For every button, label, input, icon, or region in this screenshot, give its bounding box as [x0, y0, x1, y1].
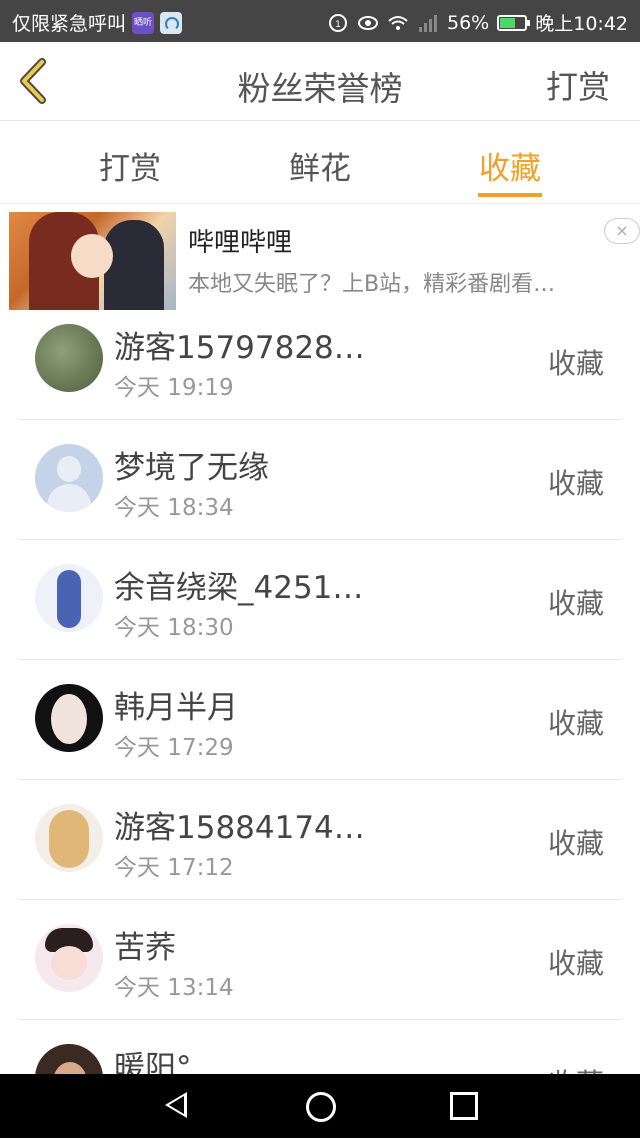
list-item[interactable]: 余音绕梁_4251… 今天 18:30 收藏 — [18, 540, 622, 660]
nav-recents-icon[interactable] — [450, 1092, 478, 1120]
eye-icon — [358, 15, 378, 30]
avatar — [35, 564, 103, 632]
fan-name: 韩月半月 — [114, 690, 238, 726]
avatar — [35, 444, 103, 512]
battery-icon — [497, 14, 531, 31]
fan-time: 今天 18:34 — [114, 495, 234, 521]
action-label: 收藏 — [547, 347, 604, 380]
status-bar: 仅限紧急呼叫 晒听 1 56% 晚上10:42 — [0, 0, 640, 42]
battery-percent: 56% — [447, 11, 490, 34]
signal-icon — [419, 14, 437, 32]
sync-icon: 1 — [329, 13, 347, 32]
title-bar: 粉丝荣誉榜 打赏 — [0, 42, 640, 121]
fan-time: 今天 19:19 — [114, 375, 234, 401]
fan-time: 今天 18:30 — [114, 615, 234, 641]
app-notification-icon: 晒听 — [132, 11, 155, 34]
list-item[interactable]: 梦境了无缘 今天 18:34 收藏 — [18, 420, 622, 540]
list-item[interactable]: 苦荞 今天 13:14 收藏 — [18, 900, 622, 1020]
nav-home-icon[interactable] — [306, 1092, 336, 1122]
tab-favorites[interactable]: 收藏 — [450, 143, 570, 188]
ad-title: 哔哩哔哩 — [188, 228, 293, 258]
fan-time: 今天 13:14 — [114, 975, 234, 1001]
fan-name: 游客15884174… — [114, 810, 365, 846]
avatar — [35, 804, 103, 872]
ad-banner[interactable]: 哔哩哔哩 本地又失眠了？上B站，精彩番剧看… — [0, 206, 640, 310]
tab-flowers[interactable]: 鲜花 — [260, 143, 380, 188]
svg-text:1: 1 — [335, 20, 341, 30]
avatar — [35, 324, 103, 392]
fan-time: 今天 17:12 — [114, 855, 234, 881]
action-label: 收藏 — [547, 467, 604, 500]
system-nav-bar — [0, 1074, 640, 1138]
ad-description: 本地又失眠了？上B站，精彩番剧看… — [188, 272, 556, 297]
carrier-text: 仅限紧急呼叫 — [12, 13, 127, 35]
action-label: 收藏 — [547, 587, 604, 620]
wifi-icon — [388, 15, 408, 30]
clock: 晚上10:42 — [535, 13, 628, 35]
action-label: 收藏 — [547, 827, 604, 860]
list-item[interactable]: 韩月半月 今天 17:29 收藏 — [18, 660, 622, 780]
nav-back-icon[interactable] — [165, 1092, 187, 1118]
reward-button[interactable]: 打赏 — [546, 62, 610, 108]
app-notification-icon-2 — [160, 11, 183, 34]
list-item[interactable]: 游客15884174… 今天 17:12 收藏 — [18, 780, 622, 900]
avatar — [35, 684, 103, 752]
ad-image — [9, 212, 176, 310]
fan-name: 苦荞 — [114, 930, 176, 966]
fan-time: 今天 17:29 — [114, 735, 234, 761]
avatar — [35, 924, 103, 992]
fan-list: 游客15797828… 今天 19:19 收藏 梦境了无缘 今天 18:34 收… — [18, 300, 622, 1139]
fan-name: 游客15797828… — [114, 330, 365, 366]
active-tab-indicator — [478, 193, 542, 197]
fan-name: 梦境了无缘 — [114, 450, 269, 486]
tab-bar: 打赏 鲜花 收藏 — [0, 121, 640, 204]
fan-name: 余音绕梁_4251… — [114, 570, 364, 606]
tab-reward[interactable]: 打赏 — [70, 143, 190, 188]
action-label: 收藏 — [547, 707, 604, 740]
ad-close-icon[interactable]: × — [604, 218, 640, 244]
list-item[interactable]: 游客15797828… 今天 19:19 收藏 — [18, 300, 622, 420]
action-label: 收藏 — [547, 947, 604, 980]
page-title: 粉丝荣誉榜 — [237, 69, 403, 108]
